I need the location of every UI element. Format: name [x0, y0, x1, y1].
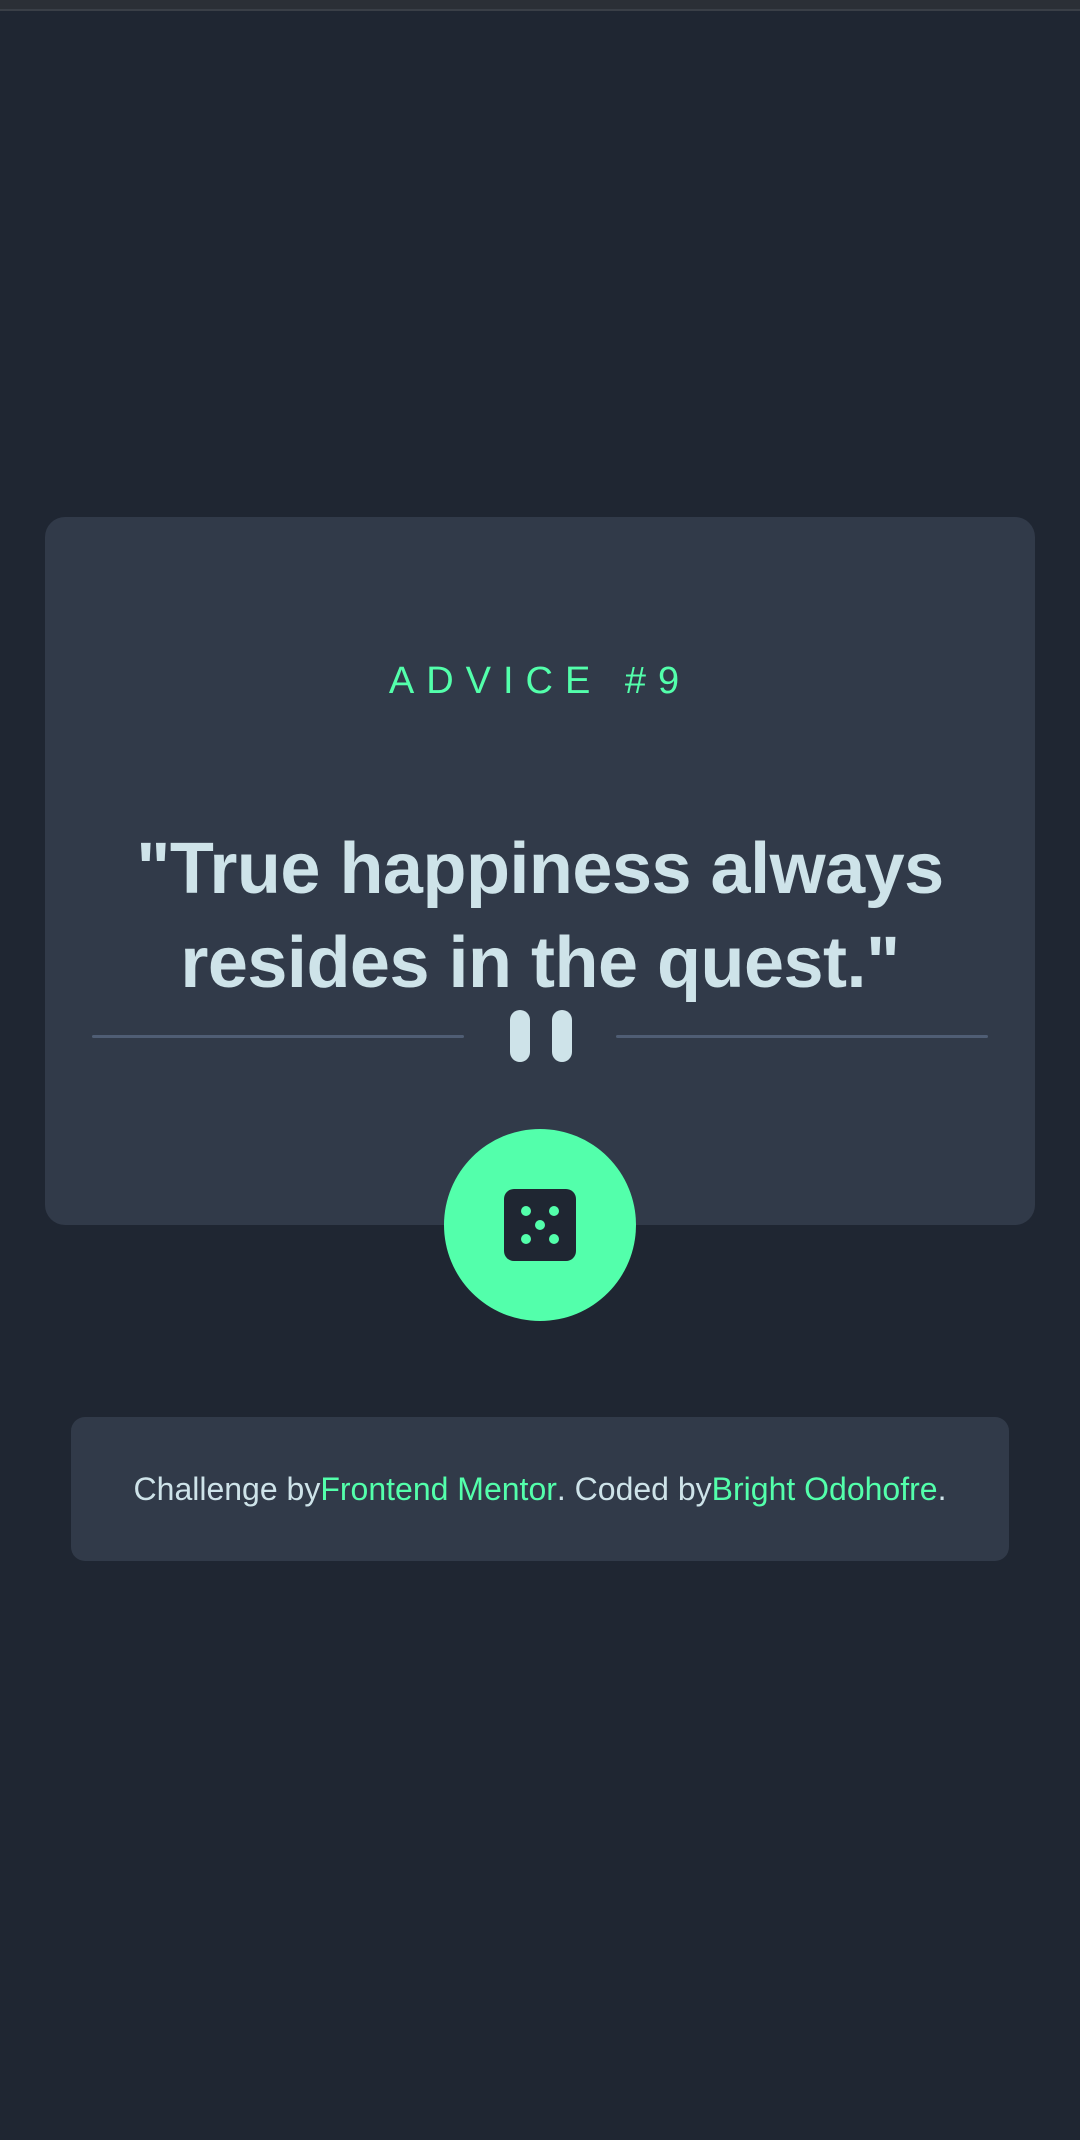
dice-icon: [504, 1189, 576, 1261]
divider-line-left: [92, 1035, 464, 1038]
new-advice-button[interactable]: [444, 1129, 636, 1321]
advice-quote: "True happiness always resides in the qu…: [136, 829, 944, 1003]
author-link[interactable]: Bright Odohofre: [712, 1471, 938, 1508]
advice-id: ADVICE #9: [388, 660, 692, 703]
attribution-suffix: .: [937, 1470, 947, 1507]
advice-card: ADVICE #9 "True happiness always resides…: [45, 517, 1035, 1225]
attribution-footer: Challenge by Frontend Mentor . Coded by …: [71, 1417, 1009, 1561]
pause-icon: [510, 1010, 572, 1062]
frontend-mentor-link[interactable]: Frontend Mentor: [320, 1471, 557, 1508]
browser-top-bar: [0, 0, 1080, 11]
pattern-divider: [92, 1010, 988, 1062]
divider-line-right: [616, 1035, 988, 1038]
attribution-prefix: Challenge by: [133, 1470, 321, 1507]
attribution-middle: . Coded by: [556, 1470, 712, 1507]
